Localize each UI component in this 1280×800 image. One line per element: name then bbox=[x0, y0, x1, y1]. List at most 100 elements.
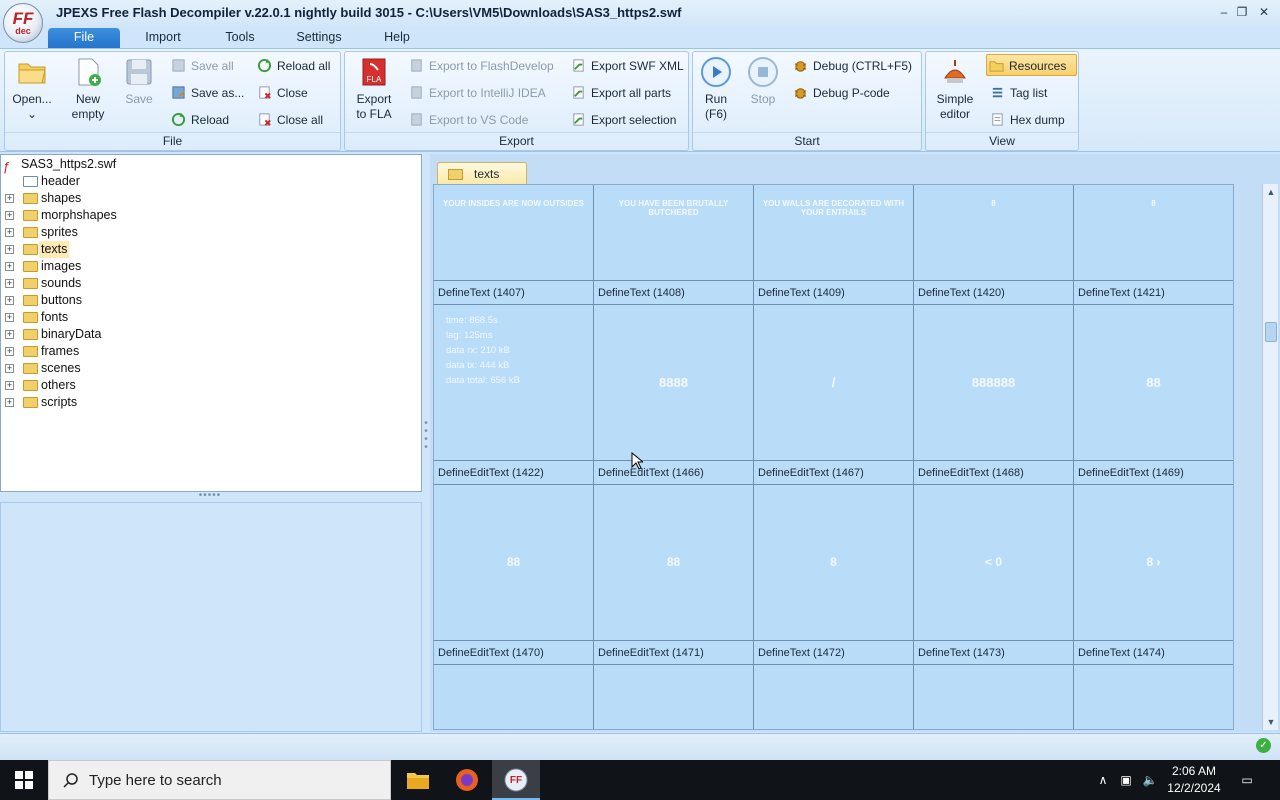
ffdec-app[interactable]: FF bbox=[492, 760, 540, 800]
text-preview-cell[interactable] bbox=[594, 665, 754, 729]
resources-button[interactable]: Resources bbox=[986, 54, 1077, 76]
text-tag-caption[interactable]: DefineText (1421) bbox=[1074, 281, 1233, 305]
expand-icon[interactable]: + bbox=[5, 330, 14, 339]
resource-tree[interactable]: ƒ SAS3_https2.swf header + shapes + morphsha… bbox=[0, 154, 422, 492]
expand-icon[interactable]: + bbox=[5, 228, 14, 237]
tray-chevron-up-icon[interactable]: ∧ bbox=[1094, 760, 1112, 800]
tree-item-buttons[interactable]: + buttons bbox=[1, 292, 421, 309]
expand-icon[interactable]: + bbox=[5, 194, 14, 203]
taskbar-clock[interactable]: 2:06 AM 12/2/2024 bbox=[1160, 763, 1228, 797]
tree-item-scenes[interactable]: + scenes bbox=[1, 360, 421, 377]
tree-item-images[interactable]: + images bbox=[1, 258, 421, 275]
tree-item-header[interactable]: header bbox=[1, 173, 421, 190]
tab-settings[interactable]: Settings bbox=[284, 28, 354, 48]
scroll-up-icon[interactable]: ▲ bbox=[1263, 184, 1279, 200]
text-tag-caption[interactable]: DefineEditText (1469) bbox=[1074, 461, 1233, 485]
tab-import[interactable]: Import bbox=[132, 28, 194, 48]
close-all-button[interactable]: Close all bbox=[255, 109, 323, 131]
text-preview-cell[interactable]: 8888 bbox=[594, 305, 754, 461]
text-tag-caption[interactable]: DefineText (1473) bbox=[914, 641, 1074, 665]
text-preview-cell[interactable]: 8 bbox=[754, 485, 914, 641]
save-all-button[interactable]: Save all bbox=[169, 55, 234, 77]
export-all-parts-button[interactable]: Export all parts bbox=[569, 82, 671, 104]
open-button[interactable]: Open... ⌄ bbox=[9, 54, 55, 132]
debug-pcode-button[interactable]: Debug P-code bbox=[791, 82, 890, 104]
stop-button[interactable]: Stop bbox=[743, 54, 783, 132]
tab-help[interactable]: Help bbox=[372, 28, 422, 48]
text-preview-cell[interactable]: 8 bbox=[914, 185, 1074, 281]
text-tag-caption[interactable]: DefineText (1407) bbox=[434, 281, 594, 305]
text-preview-cell[interactable]: 8 bbox=[1074, 185, 1233, 281]
expand-icon[interactable]: + bbox=[5, 262, 14, 271]
tree-item-binarydata[interactable]: + binaryData bbox=[1, 326, 421, 343]
text-preview-cell[interactable]: 88 bbox=[594, 485, 754, 641]
taskbar-search-box[interactable]: Type here to search bbox=[48, 760, 391, 800]
export-selection-button[interactable]: Export selection bbox=[569, 109, 676, 131]
minimize-button[interactable]: – bbox=[1214, 3, 1234, 21]
expand-icon[interactable]: + bbox=[5, 296, 14, 305]
tag-list-button[interactable]: Tag list bbox=[988, 82, 1047, 104]
text-tag-caption[interactable]: DefineEditText (1468) bbox=[914, 461, 1074, 485]
close-button[interactable]: Close bbox=[255, 82, 308, 104]
text-preview-cell[interactable] bbox=[754, 665, 914, 729]
texts-grid[interactable]: YOUR INSIDES ARE NOW OUTSIDES DefineText … bbox=[433, 184, 1234, 730]
expand-icon[interactable]: + bbox=[5, 347, 14, 356]
tree-item-texts[interactable]: + texts bbox=[1, 241, 421, 258]
vertical-scrollbar[interactable]: ▲ ▼ bbox=[1262, 184, 1278, 730]
tab-tools[interactable]: Tools bbox=[212, 28, 268, 48]
tree-item-scripts[interactable]: + scripts bbox=[1, 394, 421, 411]
export-intellij-button[interactable]: Export to IntelliJ IDEA bbox=[407, 82, 546, 104]
new-empty-button[interactable]: New empty bbox=[63, 54, 113, 132]
file-explorer-app[interactable] bbox=[394, 760, 442, 800]
tree-item-morphshapes[interactable]: + morphshapes bbox=[1, 207, 421, 224]
text-tag-caption[interactable]: DefineText (1420) bbox=[914, 281, 1074, 305]
text-preview-cell[interactable]: < 0 bbox=[914, 485, 1074, 641]
export-vscode-button[interactable]: Export to VS Code bbox=[407, 109, 528, 131]
text-preview-cell[interactable]: YOUR INSIDES ARE NOW OUTSIDES bbox=[434, 185, 594, 281]
tree-item-sounds[interactable]: + sounds bbox=[1, 275, 421, 292]
text-preview-cell[interactable]: 88 bbox=[434, 485, 594, 641]
text-tag-caption[interactable]: DefineText (1408) bbox=[594, 281, 754, 305]
close-window-button[interactable]: ✕ bbox=[1254, 3, 1274, 21]
text-preview-cell[interactable] bbox=[1074, 665, 1233, 729]
expand-icon[interactable]: + bbox=[5, 381, 14, 390]
tree-item-fonts[interactable]: + fonts bbox=[1, 309, 421, 326]
volume-muted-icon[interactable]: 🔈 bbox=[1140, 760, 1160, 800]
text-tag-caption[interactable]: DefineText (1472) bbox=[754, 641, 914, 665]
notification-icon[interactable]: ▭ bbox=[1236, 760, 1258, 800]
text-tag-caption[interactable]: DefineEditText (1467) bbox=[754, 461, 914, 485]
tree-item-others[interactable]: + others bbox=[1, 377, 421, 394]
text-preview-cell[interactable]: YOU HAVE BEEN BRUTALLY BUTCHERED bbox=[594, 185, 754, 281]
reload-button[interactable]: Reload bbox=[169, 109, 229, 131]
expand-icon[interactable]: + bbox=[5, 245, 14, 254]
export-flashdevelop-button[interactable]: Export to FlashDevelop bbox=[407, 55, 554, 77]
text-preview-cell[interactable]: time: 868.5s lag: 125ms data rx: 210 kB dat… bbox=[434, 305, 594, 461]
text-preview-cell[interactable]: 8 › bbox=[1074, 485, 1233, 641]
title-bar[interactable]: JPEXS Free Flash Decompiler v.22.0.1 nig… bbox=[0, 0, 1280, 26]
reload-all-button[interactable]: Reload all bbox=[255, 55, 330, 77]
run-button[interactable]: Run (F6) bbox=[697, 54, 735, 132]
text-tag-caption[interactable]: DefineEditText (1470) bbox=[434, 641, 594, 665]
tab-file[interactable]: File bbox=[48, 28, 120, 48]
text-preview-cell[interactable] bbox=[914, 665, 1074, 729]
text-preview-cell[interactable]: 88 bbox=[1074, 305, 1233, 461]
expand-icon[interactable]: + bbox=[5, 211, 14, 220]
text-preview-cell[interactable] bbox=[434, 665, 594, 729]
expand-icon[interactable]: + bbox=[5, 364, 14, 373]
restore-button[interactable]: ❐ bbox=[1232, 3, 1252, 21]
text-tag-caption[interactable]: DefineEditText (1471) bbox=[594, 641, 754, 665]
debug-button[interactable]: Debug (CTRL+F5) bbox=[791, 55, 912, 77]
text-preview-cell[interactable]: YOU WALLS ARE DECORATED WITH YOUR ENTRAI… bbox=[754, 185, 914, 281]
save-as-button[interactable]: Save as... bbox=[169, 82, 244, 104]
ffdec-logo-icon[interactable]: FF dec bbox=[3, 3, 43, 43]
simple-editor-button[interactable]: Simple editor bbox=[928, 54, 982, 132]
text-tag-caption[interactable]: DefineEditText (1422) bbox=[434, 461, 594, 485]
vertical-splitter-handle[interactable]: • • • • bbox=[423, 419, 429, 460]
tree-item-sprites[interactable]: + sprites bbox=[1, 224, 421, 241]
tree-item-shapes[interactable]: + shapes bbox=[1, 190, 421, 207]
save-button[interactable]: Save bbox=[119, 54, 159, 132]
folder-tab-texts[interactable]: texts bbox=[437, 162, 527, 184]
hex-dump-button[interactable]: Hex dump bbox=[988, 109, 1065, 131]
text-tag-caption[interactable]: DefineText (1474) bbox=[1074, 641, 1233, 665]
scroll-thumb[interactable] bbox=[1265, 322, 1277, 342]
